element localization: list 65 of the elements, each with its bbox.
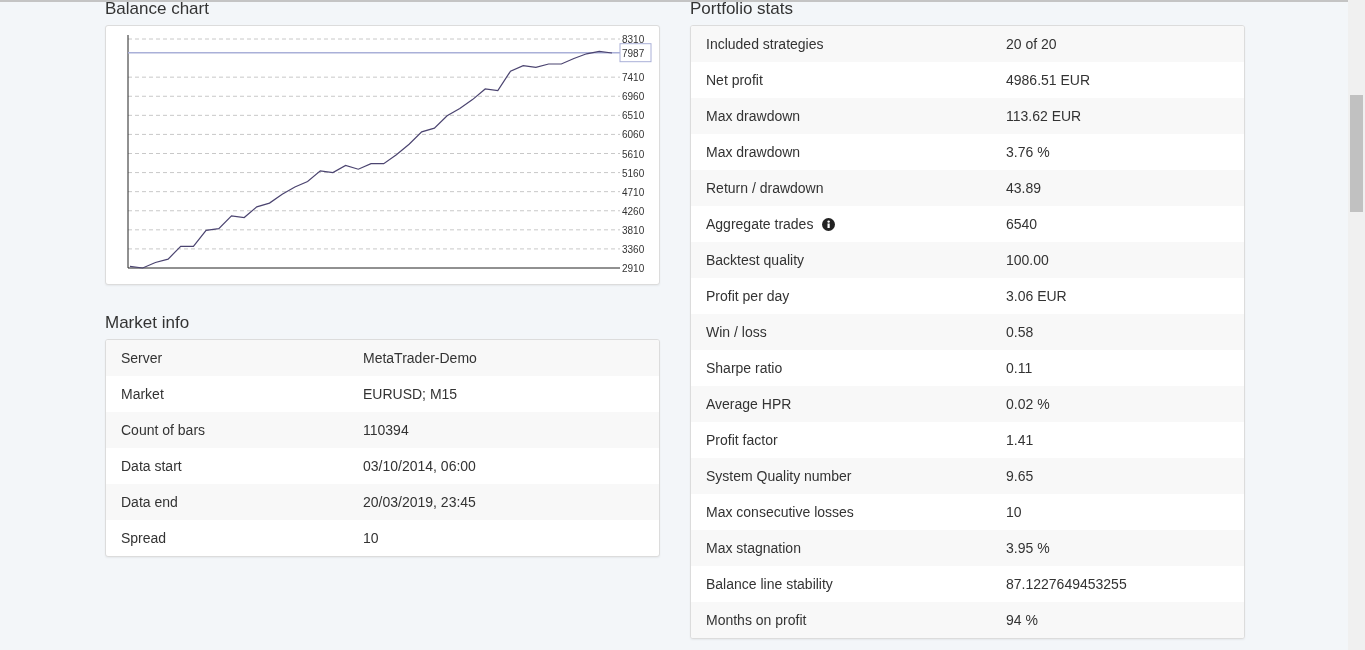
row-value: 94 % bbox=[1006, 612, 1038, 628]
row-value: 0.02 % bbox=[1006, 396, 1050, 412]
row-label: Average HPR bbox=[706, 396, 792, 412]
axis-tick-label: 5160 bbox=[622, 167, 645, 179]
row-value: EURUSD; M15 bbox=[363, 386, 458, 402]
axis-tick-label: 6060 bbox=[622, 129, 645, 141]
row-label: Count of bars bbox=[121, 422, 206, 438]
row-value: 6540 bbox=[1006, 216, 1038, 232]
row-label: Max stagnation bbox=[706, 540, 801, 556]
axis-tick-label: 5610 bbox=[622, 148, 645, 160]
row-label: Max drawdown bbox=[706, 144, 801, 160]
row-label: Balance line stability bbox=[706, 576, 833, 592]
row-value: 43.89 bbox=[1006, 180, 1042, 196]
axis-tick-label: 3360 bbox=[622, 243, 645, 255]
reference-line: 7987 bbox=[127, 43, 652, 63]
section-title: Portfolio stats bbox=[690, 2, 794, 20]
section-title: Market info bbox=[105, 312, 191, 334]
axis-tick-label: 7410 bbox=[622, 72, 645, 84]
row-label: Sharpe ratio bbox=[706, 360, 783, 376]
row-label: System Quality number bbox=[706, 468, 852, 484]
axis-tick-label: 8310 bbox=[622, 35, 645, 45]
row-value: 3.95 % bbox=[1006, 540, 1050, 556]
axis-tick-label: 6510 bbox=[622, 110, 645, 122]
row-value: 10 bbox=[1006, 504, 1022, 520]
section-title: Balance chart bbox=[105, 2, 210, 20]
row-label: Profit factor bbox=[706, 432, 778, 448]
row-label: Backtest quality bbox=[706, 252, 805, 268]
row-value: 113.62 EUR bbox=[1006, 108, 1082, 124]
row-value: 1.41 bbox=[1006, 432, 1034, 448]
row-label: Return / drawdown bbox=[706, 180, 824, 196]
row-label: Data end bbox=[121, 494, 178, 510]
row-value: 9.65 bbox=[1006, 468, 1034, 484]
row-value: MetaTrader-Demo bbox=[363, 350, 477, 366]
axis-tick-label: 2910 bbox=[622, 263, 645, 274]
row-value: 4986.51 EUR bbox=[1006, 72, 1091, 88]
row-label: Profit per day bbox=[706, 288, 790, 304]
row-value: 10 bbox=[363, 530, 379, 546]
row-value: 20 of 20 bbox=[1006, 36, 1057, 52]
row-value: 110394 bbox=[363, 422, 409, 438]
row-label: Spread bbox=[121, 530, 167, 546]
row-label: Included strategies bbox=[706, 36, 824, 52]
row-label: Market bbox=[121, 386, 164, 402]
row-value: 3.76 % bbox=[1006, 144, 1050, 160]
row-label: Win / loss bbox=[706, 324, 767, 340]
row-label: Aggregate trades bbox=[706, 216, 814, 232]
row-value: 100.00 bbox=[1006, 252, 1049, 268]
row-label: Server bbox=[121, 350, 163, 366]
row-value: 3.06 EUR bbox=[1006, 288, 1067, 304]
row-label: Max consecutive losses bbox=[706, 504, 854, 520]
row-label: Months on profit bbox=[706, 612, 807, 628]
ref-line-label: 7987 bbox=[622, 47, 645, 59]
row-value: 20/03/2019, 23:45 bbox=[363, 494, 476, 510]
axis-tick-label: 3810 bbox=[622, 224, 645, 236]
row-label: Net profit bbox=[706, 72, 763, 88]
row-label: Data start bbox=[121, 458, 182, 474]
axis-tick-label: 6960 bbox=[622, 91, 645, 103]
row-value: 0.11 bbox=[1006, 360, 1033, 376]
row-label: Max drawdown bbox=[706, 108, 801, 124]
axis-tick-label: 4710 bbox=[622, 186, 645, 198]
axis-tick-label: 4260 bbox=[622, 205, 645, 217]
row-value: 87.1227649453255 bbox=[1006, 576, 1127, 592]
row-value: 03/10/2014, 06:00 bbox=[363, 458, 476, 474]
info-icon[interactable] bbox=[822, 217, 836, 231]
row-value: 0.58 bbox=[1006, 324, 1034, 340]
scrollbar[interactable] bbox=[1348, 0, 1365, 650]
